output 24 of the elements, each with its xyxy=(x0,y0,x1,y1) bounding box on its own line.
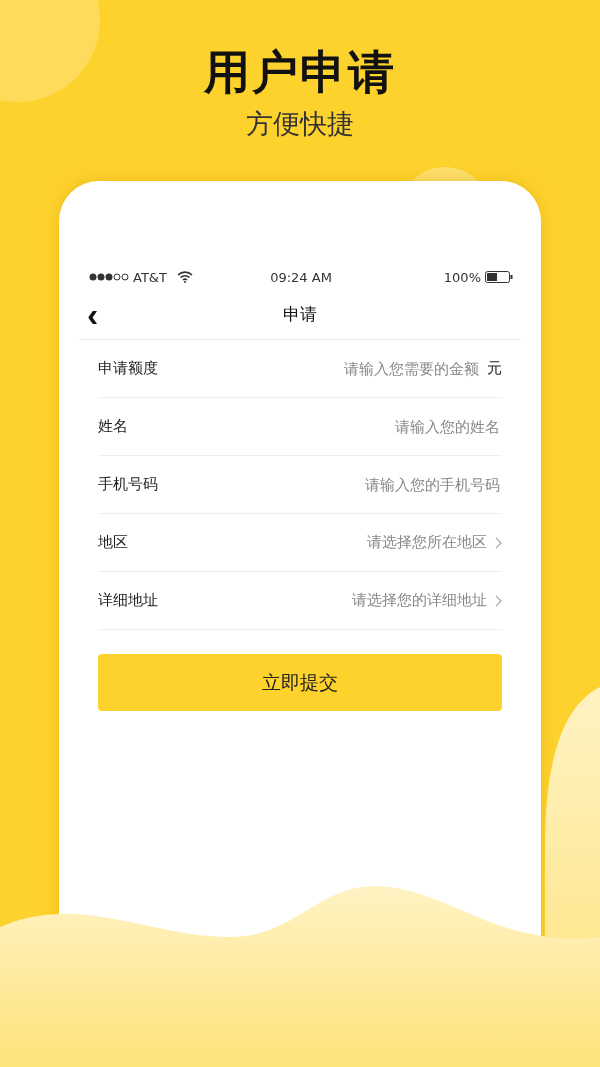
battery-percent: 100% xyxy=(443,269,481,285)
signal-icon xyxy=(89,273,129,281)
select-field[interactable]: 请选择您所在地区 xyxy=(367,533,502,552)
page-title: 申请 xyxy=(283,302,317,326)
unit-label: 元 xyxy=(487,359,502,378)
field-label: 详细地址 xyxy=(98,591,158,610)
chevron-icon xyxy=(495,536,502,549)
input-field[interactable]: 请输入您的姓名 xyxy=(128,416,502,437)
battery-icon xyxy=(485,271,513,283)
carrier-name: AT&T xyxy=(133,269,167,285)
input-field[interactable]: 请输入您的手机号码 xyxy=(158,474,502,495)
subtitle: 方便快捷 xyxy=(246,107,354,141)
headline: 用户申请 xyxy=(204,44,396,101)
wifi-icon xyxy=(176,271,193,283)
field-label: 姓名 xyxy=(98,417,128,436)
field-label: 申请额度 xyxy=(98,359,158,378)
input-field[interactable]: 请输入您需要的金额 xyxy=(158,358,481,379)
field-label: 手机号码 xyxy=(98,475,158,494)
chevron-icon xyxy=(495,594,502,607)
status-time: 09:24 AM xyxy=(270,269,332,285)
select-field[interactable]: 请选择您的详细地址 xyxy=(352,591,502,610)
submit-button[interactable]: 立即提交 xyxy=(98,654,502,711)
field-label: 地区 xyxy=(98,533,128,552)
back-button[interactable]: ‹ xyxy=(79,299,107,329)
